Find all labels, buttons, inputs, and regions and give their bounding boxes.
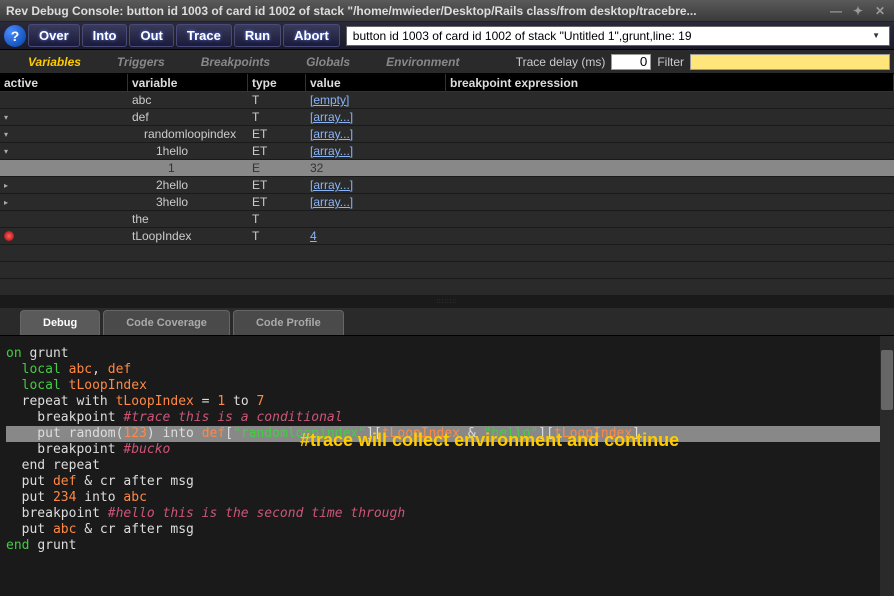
run-button[interactable]: Run xyxy=(234,24,281,47)
variable-name: abc xyxy=(128,93,248,107)
variable-value[interactable]: [array...] xyxy=(306,178,446,192)
variable-type: T xyxy=(248,212,306,226)
variable-value[interactable]: [array...] xyxy=(306,110,446,124)
col-value: value xyxy=(306,74,446,91)
empty-row xyxy=(0,279,894,296)
splitter[interactable]: :::::::: xyxy=(0,296,894,308)
help-icon[interactable]: ? xyxy=(4,25,26,47)
variable-type: ET xyxy=(248,144,306,158)
stack-input[interactable] xyxy=(353,29,869,43)
tab-environment[interactable]: Environment xyxy=(368,51,477,73)
expand-icon[interactable]: ▸ xyxy=(4,181,14,190)
variable-row[interactable]: 1E32 xyxy=(0,160,894,177)
variable-name: 2hello xyxy=(128,178,248,192)
col-type: type xyxy=(248,74,306,91)
variable-type: ET xyxy=(248,195,306,209)
variable-type: ET xyxy=(248,127,306,141)
abort-button[interactable]: Abort xyxy=(283,24,340,47)
variable-name: 1 xyxy=(128,161,248,175)
tab-triggers[interactable]: Triggers xyxy=(99,51,183,73)
trace-delay-input[interactable] xyxy=(611,54,651,70)
vertical-scrollbar[interactable] xyxy=(880,336,894,596)
variables-header: active variable type value breakpoint ex… xyxy=(0,74,894,92)
trace-button[interactable]: Trace xyxy=(176,24,232,47)
variable-row[interactable]: tLoopIndexT4 xyxy=(0,228,894,245)
variable-row[interactable]: ▾ defT[array...] xyxy=(0,109,894,126)
variable-row[interactable]: ▾ 1helloET[array...] xyxy=(0,143,894,160)
variable-type: T xyxy=(248,229,306,243)
variable-value[interactable]: [array...] xyxy=(306,195,446,209)
tab-code-coverage[interactable]: Code Coverage xyxy=(103,310,230,335)
col-variable: variable xyxy=(128,74,248,91)
window-title: Rev Debug Console: button id 1003 of car… xyxy=(6,4,828,18)
variable-value: 32 xyxy=(306,161,446,175)
breakpoint-icon[interactable] xyxy=(4,231,14,241)
empty-row xyxy=(0,245,894,262)
tab-globals[interactable]: Globals xyxy=(288,51,368,73)
scroll-thumb[interactable] xyxy=(881,350,893,410)
col-active: active xyxy=(0,74,128,91)
variable-row[interactable]: ▸ 2helloET[array...] xyxy=(0,177,894,194)
variable-value[interactable]: [empty] xyxy=(306,93,446,107)
annotation-text: #trace will collect environment and cont… xyxy=(300,432,679,448)
stack-field[interactable]: ▼ xyxy=(346,26,890,46)
empty-row xyxy=(0,262,894,279)
variable-name: the xyxy=(128,212,248,226)
expand-icon[interactable]: ▾ xyxy=(4,147,14,156)
tab-debug[interactable]: Debug xyxy=(20,310,100,335)
variable-type: T xyxy=(248,110,306,124)
over-button[interactable]: Over xyxy=(28,24,80,47)
tab-variables[interactable]: Variables xyxy=(10,51,99,73)
tab-breakpoints[interactable]: Breakpoints xyxy=(183,51,288,73)
variable-type: E xyxy=(248,161,306,175)
expand-icon[interactable]: ▸ xyxy=(4,198,14,207)
expand-icon[interactable]: ▾ xyxy=(4,113,14,122)
into-button[interactable]: Into xyxy=(82,24,128,47)
code-area[interactable]: #trace will collect environment and cont… xyxy=(0,336,894,596)
expand-icon[interactable]: ▾ xyxy=(4,130,14,139)
variable-value[interactable]: [array...] xyxy=(306,144,446,158)
variable-type: T xyxy=(248,93,306,107)
toolbar: ? Over Into Out Trace Run Abort ▼ xyxy=(0,22,894,50)
variable-row[interactable]: ▸ 3helloET[array...] xyxy=(0,194,894,211)
variable-value[interactable]: 4 xyxy=(306,229,446,243)
panel-tabbar: Variables Triggers Breakpoints Globals E… xyxy=(0,50,894,74)
variable-row[interactable]: theT xyxy=(0,211,894,228)
variable-name: 1hello xyxy=(128,144,248,158)
filter-input[interactable] xyxy=(690,54,890,70)
tab-code-profile[interactable]: Code Profile xyxy=(233,310,344,335)
variable-value[interactable]: [array...] xyxy=(306,127,446,141)
out-button[interactable]: Out xyxy=(129,24,173,47)
maximize-icon[interactable]: ✦ xyxy=(850,3,866,19)
trace-delay-label: Trace delay (ms) xyxy=(516,55,606,69)
close-icon[interactable]: ✕ xyxy=(872,3,888,19)
filter-label: Filter xyxy=(657,55,684,69)
code-tabbar: Debug Code Coverage Code Profile xyxy=(0,308,894,336)
variables-grid: abcT[empty]▾defT[array...]▾randomloopind… xyxy=(0,92,894,296)
chevron-down-icon[interactable]: ▼ xyxy=(869,31,883,40)
minimize-icon[interactable]: — xyxy=(828,3,844,19)
variable-name: randomloopindex xyxy=(128,127,248,141)
variable-row[interactable]: ▾ randomloopindexET[array...] xyxy=(0,126,894,143)
variable-name: 3hello xyxy=(128,195,248,209)
variable-name: tLoopIndex xyxy=(128,229,248,243)
variable-name: def xyxy=(128,110,248,124)
variable-type: ET xyxy=(248,178,306,192)
titlebar: Rev Debug Console: button id 1003 of car… xyxy=(0,0,894,22)
variable-row[interactable]: abcT[empty] xyxy=(0,92,894,109)
col-bpexpr: breakpoint expression xyxy=(446,74,894,91)
